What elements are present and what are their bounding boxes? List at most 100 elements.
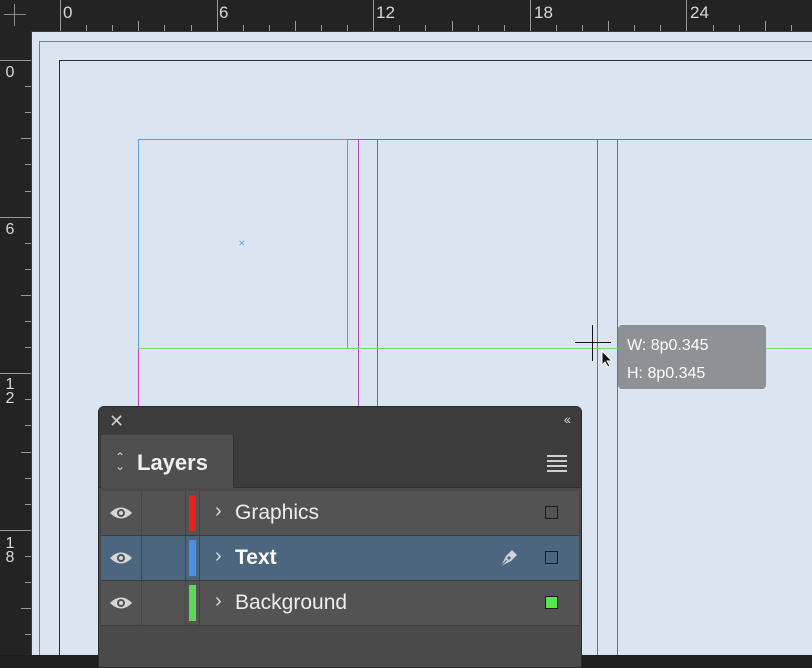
ruler-tick bbox=[25, 399, 31, 401]
panel-title-bar[interactable]: ✕ ‹‹ bbox=[99, 407, 581, 436]
ruler-label: 0 bbox=[63, 3, 73, 22]
ruler-tick bbox=[112, 25, 114, 31]
double-chevron-left-icon[interactable]: ‹‹ bbox=[564, 411, 571, 427]
layers-panel[interactable]: ✕ ‹‹ ⌃ ⌄ Layers › Graphics › Text › Back… bbox=[98, 406, 582, 668]
layer-row-graphics[interactable]: › Graphics bbox=[101, 491, 579, 536]
ruler-tick bbox=[608, 21, 610, 31]
ruler-label: 1 8 bbox=[5, 535, 15, 566]
ruler-tick bbox=[425, 25, 427, 31]
ruler-tick bbox=[21, 294, 31, 296]
ruler-origin-crosshair bbox=[4, 14, 26, 15]
eye-icon[interactable] bbox=[109, 504, 133, 522]
ruler-tick bbox=[242, 25, 244, 31]
layers-list: › Graphics › Text › Background bbox=[101, 491, 579, 626]
layer-row-text[interactable]: › Text bbox=[101, 536, 579, 581]
ruler-tick bbox=[25, 112, 31, 114]
eye-icon[interactable] bbox=[109, 549, 133, 567]
selection-square-icon[interactable] bbox=[545, 506, 558, 519]
page-edge bbox=[59, 60, 812, 61]
ruler-tick bbox=[0, 60, 31, 61]
ruler-tick bbox=[25, 503, 31, 505]
ruler-tick bbox=[25, 582, 31, 583]
divider bbox=[199, 581, 200, 625]
ruler-tick bbox=[373, 0, 375, 31]
ruler-label: 18 bbox=[534, 3, 553, 22]
ruler-tick bbox=[555, 25, 557, 31]
ruler-tick bbox=[86, 25, 88, 31]
ruler-origin-crosshair bbox=[14, 4, 15, 26]
ruler-tick bbox=[25, 86, 31, 88]
divider bbox=[141, 491, 142, 535]
panel-tab-bar: ⌃ ⌄ Layers bbox=[99, 435, 581, 488]
selection-square-icon[interactable] bbox=[545, 551, 558, 564]
chevron-right-icon[interactable]: › bbox=[215, 545, 222, 568]
ruler-label: 0 bbox=[5, 64, 15, 81]
ruler-tick bbox=[738, 25, 740, 31]
divider bbox=[185, 581, 186, 625]
ruler-tick bbox=[25, 555, 31, 557]
divider bbox=[185, 536, 186, 580]
ruler-tick bbox=[477, 25, 479, 31]
ruler-tick bbox=[60, 0, 61, 31]
ruler-tick bbox=[216, 0, 218, 31]
tooltip-width: W: 8p0.345 bbox=[627, 337, 709, 354]
updown-arrows-icon: ⌃ ⌄ bbox=[115, 450, 126, 473]
tab-layers[interactable]: ⌃ ⌄ Layers bbox=[101, 435, 234, 488]
eye-icon[interactable] bbox=[109, 594, 133, 612]
close-icon[interactable]: ✕ bbox=[109, 411, 124, 432]
divider bbox=[199, 536, 200, 580]
ruler-tick bbox=[25, 242, 31, 244]
vertical-ruler[interactable]: 0 6 1 2 1 8 bbox=[0, 31, 32, 655]
ruler-tick bbox=[451, 21, 453, 31]
layer-color-swatch bbox=[189, 495, 196, 531]
ruler-tick bbox=[21, 138, 31, 140]
tooltip-height: H: 8p0.345 bbox=[627, 365, 706, 382]
ruler-label: 1 2 bbox=[5, 376, 15, 407]
divider bbox=[141, 536, 142, 580]
ruler-tick bbox=[712, 25, 714, 31]
ruler-label: 12 bbox=[376, 3, 395, 22]
chevron-right-icon[interactable]: › bbox=[215, 590, 222, 613]
ruler-tick bbox=[582, 25, 583, 31]
chevron-right-icon[interactable]: › bbox=[215, 500, 222, 523]
ruler-tick bbox=[268, 25, 270, 31]
ruler-tick bbox=[0, 529, 31, 531]
ruler-tick bbox=[399, 25, 401, 31]
layer-name: Graphics bbox=[235, 501, 320, 524]
ruler-tick bbox=[764, 21, 766, 31]
divider bbox=[185, 491, 186, 535]
column-guide bbox=[597, 139, 598, 655]
ruler-tick bbox=[790, 25, 792, 31]
page-edge bbox=[59, 60, 60, 655]
layer-row-background[interactable]: › Background bbox=[101, 581, 579, 626]
frame-center-point: ⨯ bbox=[238, 238, 246, 248]
pen-nib-icon bbox=[500, 550, 517, 567]
divider bbox=[141, 581, 142, 625]
ruler-label: 6 bbox=[5, 221, 15, 238]
ruler-tick bbox=[503, 25, 505, 31]
layer-color-swatch bbox=[189, 540, 196, 576]
ruler-tick bbox=[190, 25, 192, 31]
ruler-tick bbox=[0, 373, 31, 375]
layer-name: Text bbox=[235, 546, 277, 569]
ruler-tick bbox=[634, 25, 636, 31]
ruler-tick bbox=[25, 347, 31, 349]
size-tooltip: W: 8p0.345 H: 8p0.345 bbox=[618, 325, 766, 389]
selection-square-icon[interactable] bbox=[545, 596, 558, 609]
ruler-tick bbox=[294, 21, 296, 31]
ruler-tick bbox=[660, 25, 662, 31]
ruler-tick bbox=[686, 0, 688, 31]
hamburger-menu-icon[interactable] bbox=[547, 455, 567, 475]
ruler-label: 6 bbox=[219, 3, 229, 22]
ruler-tick bbox=[138, 21, 140, 31]
arrow-cursor-icon bbox=[601, 350, 614, 368]
layer-name: Background bbox=[235, 591, 348, 614]
crosshair-cursor-icon bbox=[592, 325, 593, 361]
ruler-tick bbox=[529, 0, 531, 31]
ruler-tick bbox=[21, 451, 31, 453]
layer-color-swatch bbox=[189, 585, 196, 621]
tab-label: Layers bbox=[137, 450, 208, 475]
ruler-tick bbox=[25, 477, 31, 479]
ruler-origin-corner[interactable] bbox=[0, 0, 31, 31]
horizontal-ruler[interactable]: 0 6 12 18 24 bbox=[31, 0, 812, 32]
